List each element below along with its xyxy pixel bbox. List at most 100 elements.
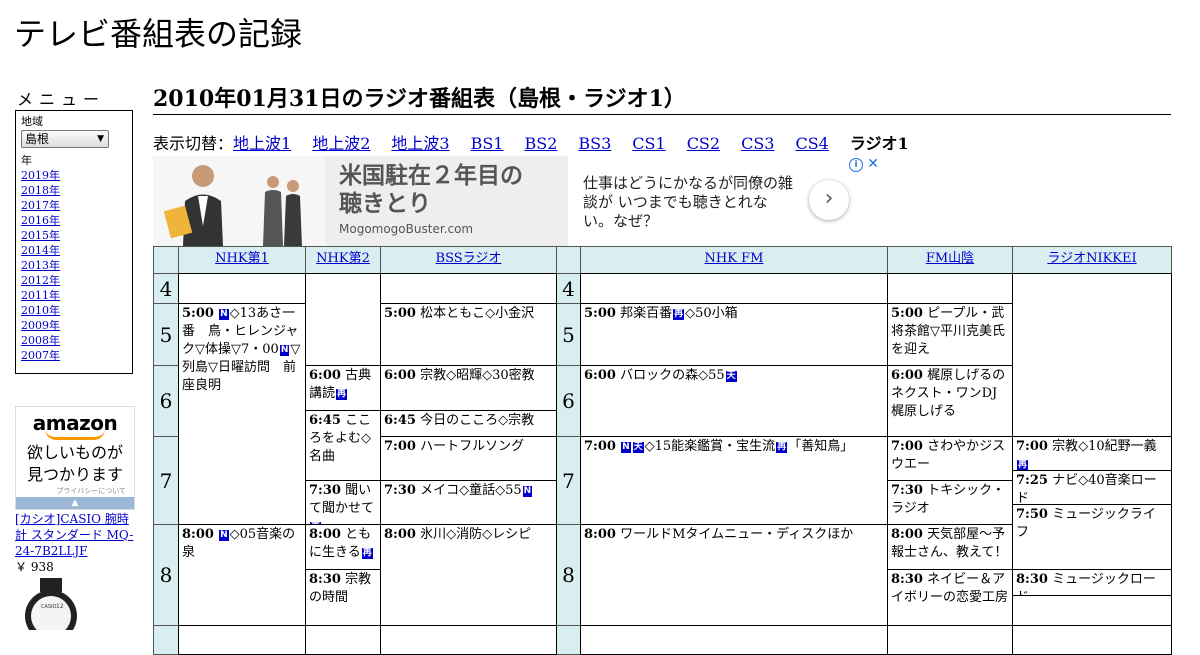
program-cell[interactable]: 7:30 メイコ◇童話◇55 N [380,480,557,525]
switch-link-cs1[interactable]: CS1 [632,134,665,153]
year-link[interactable]: 2008年 [21,334,60,347]
region-selected-value: 島根 [25,132,50,146]
program-cell[interactable]: 7:00 N 天 ◇15能楽鑑賞・宝生流再「善知鳥」 [580,436,888,525]
program-cell[interactable]: 6:00 バロックの森◇55 天 [580,365,888,437]
program-cell[interactable]: 6:00 宗教◇昭輝◇30密教 [380,365,557,411]
switch-link-cs4[interactable]: CS4 [795,134,828,153]
switch-link-bs1[interactable]: BS1 [471,134,504,153]
year-link[interactable]: 2019年 [21,169,60,182]
year-link[interactable]: 2012年 [21,274,60,287]
ad-headline-line2: 聴きとり [339,191,431,217]
amazon-ad[interactable]: amazon 欲しいものが 見つかります プライバシーについて ▲ [15,406,135,510]
year-link[interactable]: 2007年 [21,349,60,362]
program-cell-empty [580,273,888,304]
chevron-right-icon[interactable]: › [809,180,849,220]
year-link[interactable]: 2011年 [21,289,60,302]
channel-link-nhkfm[interactable]: NHK FM [705,251,764,266]
svg-text:12: 12 [56,603,64,610]
switch-current-radio1: ラジオ1 [849,134,909,153]
program-cell[interactable]: 8:30 ミュージックロード [1012,569,1172,596]
year-link[interactable]: 2016年 [21,214,60,227]
menu-heading: メニュー [17,90,106,109]
chevron-up-icon[interactable]: ▲ [16,497,134,509]
amazon-product: [カシオ]CASIO 腕時計 スタンダード MQ-24-7B2LLJF ￥ 93… [15,511,139,575]
hour-cell: 5 [556,303,581,366]
hour-cell: 4 [153,273,179,304]
program-cell[interactable]: 8:30 ネイビー＆アイボリーの恋愛工房 [887,569,1013,626]
amazon-ad-copy-line2: 見つかります [26,465,123,484]
program-cell[interactable]: 6:45 今日のこころ◇宗教 [380,410,557,437]
program-cell-empty [887,273,1013,304]
program-cell[interactable]: 8:00 ともに生きる再 [305,524,381,570]
schedule-grid: NHK第1 NHK第2 BSSラジオ NHK FM FM山陰 ラジオNIKKEI… [153,246,1172,655]
program-cell[interactable]: 6:45 こころをよむ◇名曲 [305,410,381,481]
hour-cell: 6 [556,365,581,437]
channel-header: NHK FM [580,246,888,274]
program-cell[interactable]: 6:00 古典講読再 [305,365,381,411]
year-link[interactable]: 2018年 [21,184,60,197]
switch-link-bs2[interactable]: BS2 [524,134,557,153]
program-cell[interactable]: 7:30 トキシック・ラジオ [887,480,1013,525]
switch-link-tv1[interactable]: 地上波1 [233,134,291,153]
close-icon[interactable]: ✕ [867,156,879,172]
year-link[interactable]: 2014年 [21,244,60,257]
switch-link-tv3[interactable]: 地上波3 [391,134,449,153]
amazon-ad-copy: 欲しいものが 見つかります [16,442,134,486]
switch-link-cs3[interactable]: CS3 [741,134,774,153]
hour-cell: 7 [153,436,179,525]
year-label: 年 [21,154,32,167]
watch-product-image[interactable]: CASIO 12 [18,578,84,630]
channel-link-nhk1[interactable]: NHK第1 [215,251,269,266]
year-link[interactable]: 2015年 [21,229,60,242]
amazon-logo: amazon [32,411,118,435]
ad-description: 仕事はどうにかなるが同僚の雑談が いつまでも聴きとれない。なぜ？ [583,174,794,230]
program-cell[interactable]: 5:00 邦楽百番再 ◇50小箱 [580,303,888,366]
channel-switcher: 表示切替：地上波1 地上波2 地上波3 BS1 BS2 BS3 CS1 CS2 CS3 CS4 ラジ… [153,134,909,154]
program-cell[interactable]: 7:25 ナビ◇40音楽ロード [1012,470,1172,505]
program-cell[interactable]: 5:00 松本ともこ◇小金沢 [380,303,557,366]
program-cell-empty [380,273,557,304]
hour-cell: 8 [153,524,179,626]
program-cell[interactable]: 7:30 聞いて聞かせて再 [305,480,381,525]
program-cell[interactable]: 5:00 ピープル・武将茶館▽平川克美氏を迎え [887,303,1013,366]
program-cell-empty [305,273,381,366]
amazon-product-link[interactable]: [カシオ]CASIO 腕時計 スタンダード MQ-24-7B2LLJF [15,512,133,558]
program-cell[interactable]: 8:00 ワールドMタイムニュー・ディスクほか [580,524,888,626]
amazon-ad-copy-line1: 欲しいものが [26,443,123,462]
corner-header [153,246,179,274]
program-cell[interactable]: 7:00 宗教◇10紀野一義再 [1012,436,1172,471]
channel-link-bss[interactable]: BSSラジオ [436,251,502,266]
program-cell-empty [178,273,306,304]
ad-headline-line1: 米国駐在２年目の [339,163,523,189]
ad-headline-panel: 米国駐在２年目の 聴きとり MogomogoBuster.com [325,156,568,246]
program-cell[interactable]: 7:50 ミュージックライフ [1012,504,1172,570]
ad-info-icon[interactable]: i [849,158,863,172]
year-link[interactable]: 2017年 [21,199,60,212]
year-link[interactable]: 2010年 [21,304,60,317]
switch-link-tv2[interactable]: 地上波2 [312,134,370,153]
channel-header: NHK第2 [305,246,381,274]
ad-photo [153,156,325,246]
banner-ad[interactable]: 米国駐在２年目の 聴きとり MogomogoBuster.com 仕事はどうにか… [153,156,881,246]
year-link[interactable]: 2009年 [21,319,60,332]
program-cell[interactable]: 8:00 氷川◇消防◇レシピ [380,524,557,626]
program-cell[interactable]: 8:00 天気部屋～予報士さん、教えて！ [887,524,1013,570]
program-cell[interactable]: 7:00 ハートフルソング [380,436,557,481]
switch-link-cs2[interactable]: CS2 [687,134,720,153]
channel-link-fmsanin[interactable]: FM山陰 [926,251,974,266]
program-cell[interactable]: 8:30 宗教の時間 [305,569,381,626]
program-cell[interactable]: 8:00 N ◇05音楽の泉 [178,524,306,626]
ad-headline: 米国駐在２年目の 聴きとり [339,162,523,218]
region-select[interactable]: 島根 ▼ [21,130,109,148]
program-cell[interactable]: 7:00 さわやかジスウエー [887,436,1013,481]
hour-cell: 8 [556,524,581,626]
year-link[interactable]: 2013年 [21,259,60,272]
amazon-privacy-link[interactable]: プライバシーについて [16,486,134,496]
program-cell[interactable]: 5:00 N ◇13あさ一番 鳥・ヒレンジャク▽体操▽7・00 N ▽列島▽日曜訪問 … [178,303,306,525]
switch-link-bs3[interactable]: BS3 [578,134,611,153]
svg-text:CASIO: CASIO [41,604,57,610]
page-title: 2010年01月31日のラジオ番組表（島根・ラジオ1） [153,84,1171,115]
channel-link-nhk2[interactable]: NHK第2 [316,251,370,266]
program-cell[interactable]: 6:00 梶原しげるのネクスト・ワンDJ 梶原しげる [887,365,1013,437]
channel-link-nikkei[interactable]: ラジオNIKKEI [1047,251,1136,266]
